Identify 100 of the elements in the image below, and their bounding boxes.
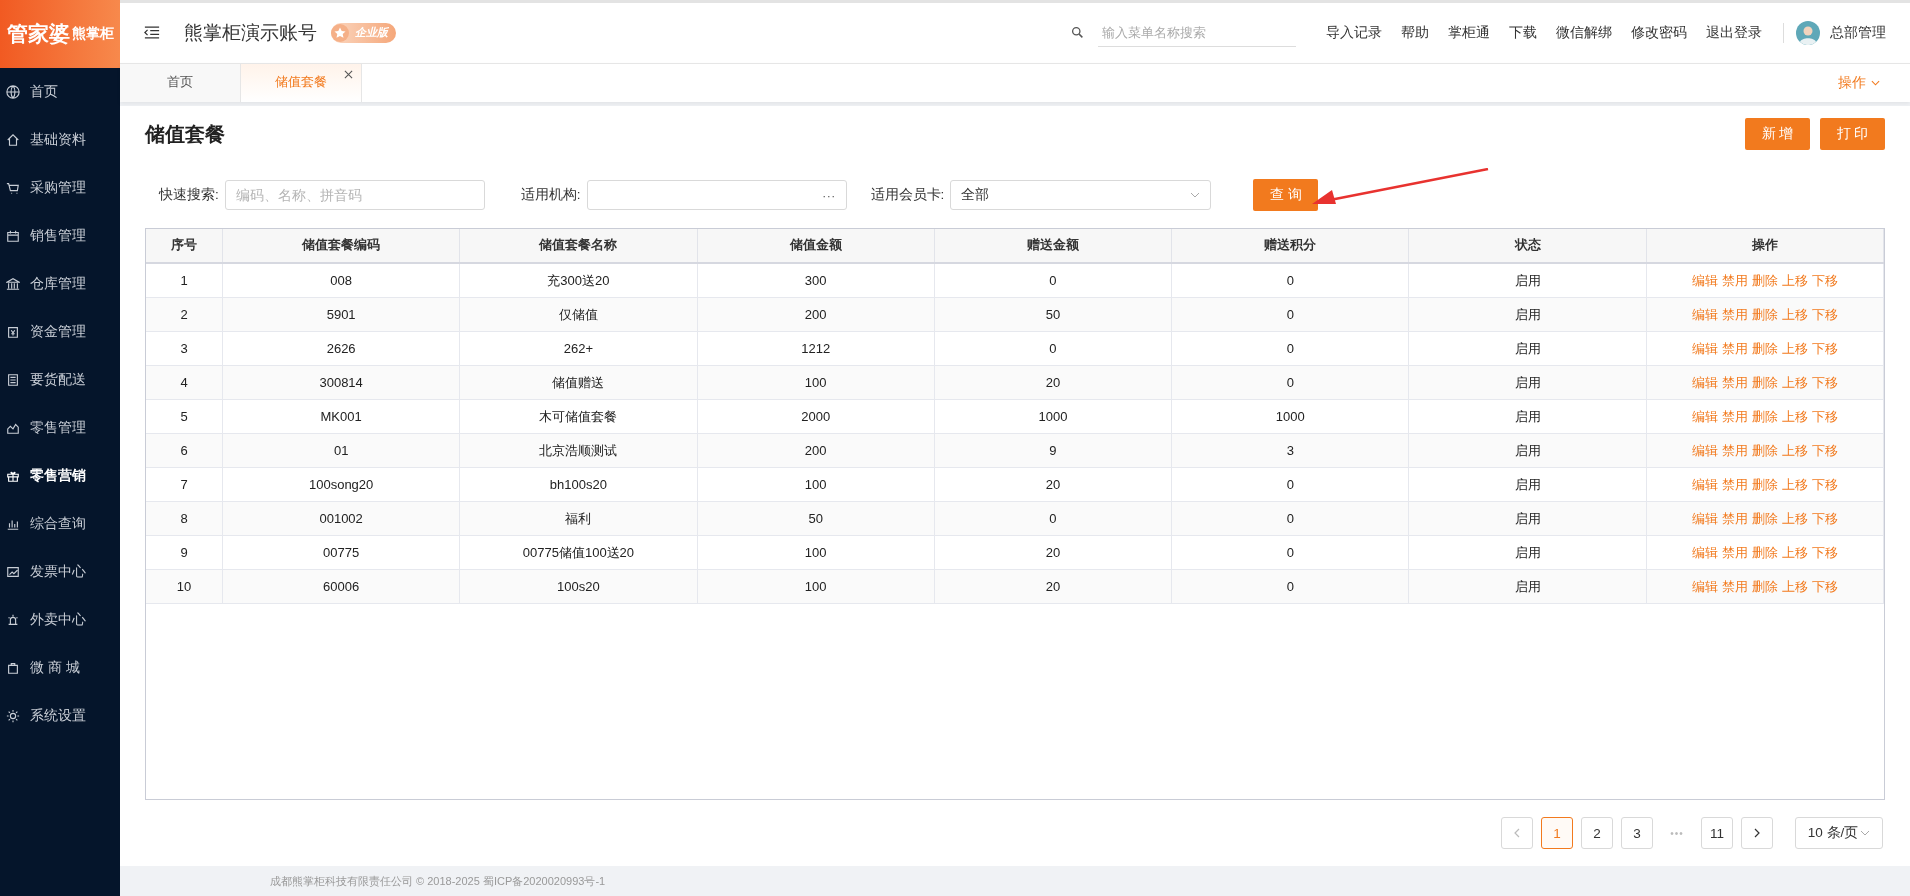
row-action-link[interactable]: 下移 bbox=[1811, 306, 1838, 322]
menu-collapse-icon[interactable] bbox=[144, 26, 160, 40]
row-action-link[interactable]: 编辑 bbox=[1691, 476, 1718, 492]
query-button[interactable]: 查 询 bbox=[1253, 179, 1319, 211]
sidebar-item[interactable]: 首页 bbox=[0, 68, 120, 116]
menu-item-icon bbox=[6, 229, 20, 243]
table-cell: 0 bbox=[1171, 569, 1409, 604]
row-action-link[interactable]: 上移 bbox=[1781, 306, 1808, 322]
table-cell: 启用 bbox=[1408, 535, 1647, 570]
row-action-link[interactable]: 删除 bbox=[1751, 476, 1778, 492]
sidebar-item[interactable]: 外卖中心 bbox=[0, 596, 120, 644]
sidebar-item[interactable]: 零售营销 bbox=[0, 452, 120, 500]
row-action-link[interactable]: 删除 bbox=[1751, 306, 1778, 322]
row-action-link[interactable]: 下移 bbox=[1811, 272, 1838, 288]
page-tab[interactable]: 首页 bbox=[120, 63, 241, 102]
row-action-link[interactable]: 删除 bbox=[1751, 374, 1778, 390]
sidebar-item[interactable]: 采购管理 bbox=[0, 164, 120, 212]
header-link[interactable]: 退出登录 bbox=[1706, 23, 1762, 42]
table-cell: 福利 bbox=[459, 501, 698, 536]
page-tab[interactable]: 储值套餐 bbox=[241, 63, 362, 102]
menu-item-icon bbox=[6, 277, 20, 291]
action-button[interactable]: 新 增 bbox=[1745, 118, 1810, 150]
table-cell: 9 bbox=[934, 433, 1172, 468]
row-action-link[interactable]: 编辑 bbox=[1691, 442, 1718, 458]
row-action-link[interactable]: 编辑 bbox=[1691, 408, 1718, 424]
row-action-link[interactable]: 下移 bbox=[1811, 510, 1838, 526]
row-action-link[interactable]: 下移 bbox=[1811, 578, 1838, 594]
header-link[interactable]: 导入记录 bbox=[1326, 23, 1382, 42]
operations-dropdown[interactable]: 操作 bbox=[1838, 63, 1880, 102]
row-action-link[interactable]: 下移 bbox=[1811, 544, 1838, 560]
row-action-link[interactable]: 上移 bbox=[1781, 510, 1808, 526]
row-action-link[interactable]: 编辑 bbox=[1691, 510, 1718, 526]
row-action-link[interactable]: 编辑 bbox=[1691, 374, 1718, 390]
sidebar-item[interactable]: 发票中心 bbox=[0, 548, 120, 596]
header-link[interactable]: 微信解绑 bbox=[1556, 23, 1612, 42]
row-action-link[interactable]: 删除 bbox=[1751, 272, 1778, 288]
search-icon bbox=[1071, 26, 1084, 40]
sidebar-item[interactable]: 要货配送 bbox=[0, 356, 120, 404]
header-link[interactable]: 下载 bbox=[1509, 23, 1537, 42]
row-action-link[interactable]: 禁用 bbox=[1721, 510, 1748, 526]
row-action-link[interactable]: 禁用 bbox=[1721, 374, 1748, 390]
organization-field[interactable]: ··· bbox=[586, 180, 847, 210]
row-action-link[interactable]: 禁用 bbox=[1721, 272, 1748, 288]
sidebar-item[interactable]: 微 商 城 bbox=[0, 644, 120, 692]
sidebar-item[interactable]: 资金管理 bbox=[0, 308, 120, 356]
quick-search-field[interactable]: 编码、名称、拼音码 bbox=[224, 180, 485, 210]
member-card-select[interactable]: 全部 bbox=[950, 180, 1212, 210]
row-action-link[interactable]: 删除 bbox=[1751, 408, 1778, 424]
row-action-link[interactable]: 编辑 bbox=[1691, 306, 1718, 322]
table-cell: 0 bbox=[1171, 467, 1409, 502]
row-action-link[interactable]: 删除 bbox=[1751, 442, 1778, 458]
table-cell: 6 bbox=[146, 433, 223, 468]
row-action-link[interactable]: 编辑 bbox=[1691, 578, 1718, 594]
header-link[interactable]: 修改密码 bbox=[1631, 23, 1687, 42]
page-size-select[interactable]: 10 条/页 bbox=[1795, 817, 1883, 849]
row-action-link[interactable]: 禁用 bbox=[1721, 544, 1748, 560]
header-link[interactable]: 帮助 bbox=[1401, 23, 1429, 42]
row-action-link[interactable]: 上移 bbox=[1781, 442, 1808, 458]
row-action-link[interactable]: 禁用 bbox=[1721, 476, 1748, 492]
row-action-link[interactable]: 删除 bbox=[1751, 578, 1778, 594]
sidebar-item[interactable]: 系统设置 bbox=[0, 692, 120, 740]
row-action-link[interactable]: 编辑 bbox=[1691, 544, 1718, 560]
row-action-link[interactable]: 下移 bbox=[1811, 476, 1838, 492]
row-action-link[interactable]: 下移 bbox=[1811, 374, 1838, 390]
user-name[interactable]: 总部管理 bbox=[1830, 23, 1886, 42]
page-button[interactable]: 2 bbox=[1581, 817, 1613, 849]
row-action-link[interactable]: 上移 bbox=[1781, 374, 1808, 390]
row-action-link[interactable]: 上移 bbox=[1781, 408, 1808, 424]
page-button[interactable]: 11 bbox=[1701, 817, 1733, 849]
row-action-link[interactable]: 下移 bbox=[1811, 442, 1838, 458]
sidebar-item[interactable]: 基础资料 bbox=[0, 116, 120, 164]
row-action-link[interactable]: 编辑 bbox=[1691, 272, 1718, 288]
header-link[interactable]: 掌柜通 bbox=[1448, 23, 1490, 42]
row-action-link[interactable]: 删除 bbox=[1751, 340, 1778, 356]
sidebar-item[interactable]: 仓库管理 bbox=[0, 260, 120, 308]
row-action-link[interactable]: 编辑 bbox=[1691, 340, 1718, 356]
row-action-link[interactable]: 上移 bbox=[1781, 272, 1808, 288]
row-action-link[interactable]: 上移 bbox=[1781, 476, 1808, 492]
sidebar-item[interactable]: 零售管理 bbox=[0, 404, 120, 452]
row-action-link[interactable]: 禁用 bbox=[1721, 306, 1748, 322]
row-action-link[interactable]: 下移 bbox=[1811, 340, 1838, 356]
row-action-link[interactable]: 上移 bbox=[1781, 544, 1808, 560]
row-action-link[interactable]: 禁用 bbox=[1721, 408, 1748, 424]
sidebar-item[interactable]: 销售管理 bbox=[0, 212, 120, 260]
row-action-link[interactable]: 上移 bbox=[1781, 340, 1808, 356]
action-button[interactable]: 打 印 bbox=[1820, 118, 1885, 150]
table-cell: 北京浩顺测试 bbox=[459, 433, 698, 468]
page-button[interactable]: 3 bbox=[1621, 817, 1653, 849]
row-action-link[interactable]: 禁用 bbox=[1721, 442, 1748, 458]
pagination-ellipsis: ••• bbox=[1669, 827, 1685, 839]
table-cell: 00775 bbox=[222, 535, 460, 570]
row-action-link[interactable]: 删除 bbox=[1751, 510, 1778, 526]
row-action-link[interactable]: 禁用 bbox=[1721, 340, 1748, 356]
row-action-link[interactable]: 禁用 bbox=[1721, 578, 1748, 594]
page-button[interactable]: 1 bbox=[1541, 817, 1573, 849]
close-icon[interactable] bbox=[344, 69, 353, 79]
row-action-link[interactable]: 删除 bbox=[1751, 544, 1778, 560]
row-action-link[interactable]: 上移 bbox=[1781, 578, 1808, 594]
sidebar-item[interactable]: 综合查询 bbox=[0, 500, 120, 548]
row-action-link[interactable]: 下移 bbox=[1811, 408, 1838, 424]
